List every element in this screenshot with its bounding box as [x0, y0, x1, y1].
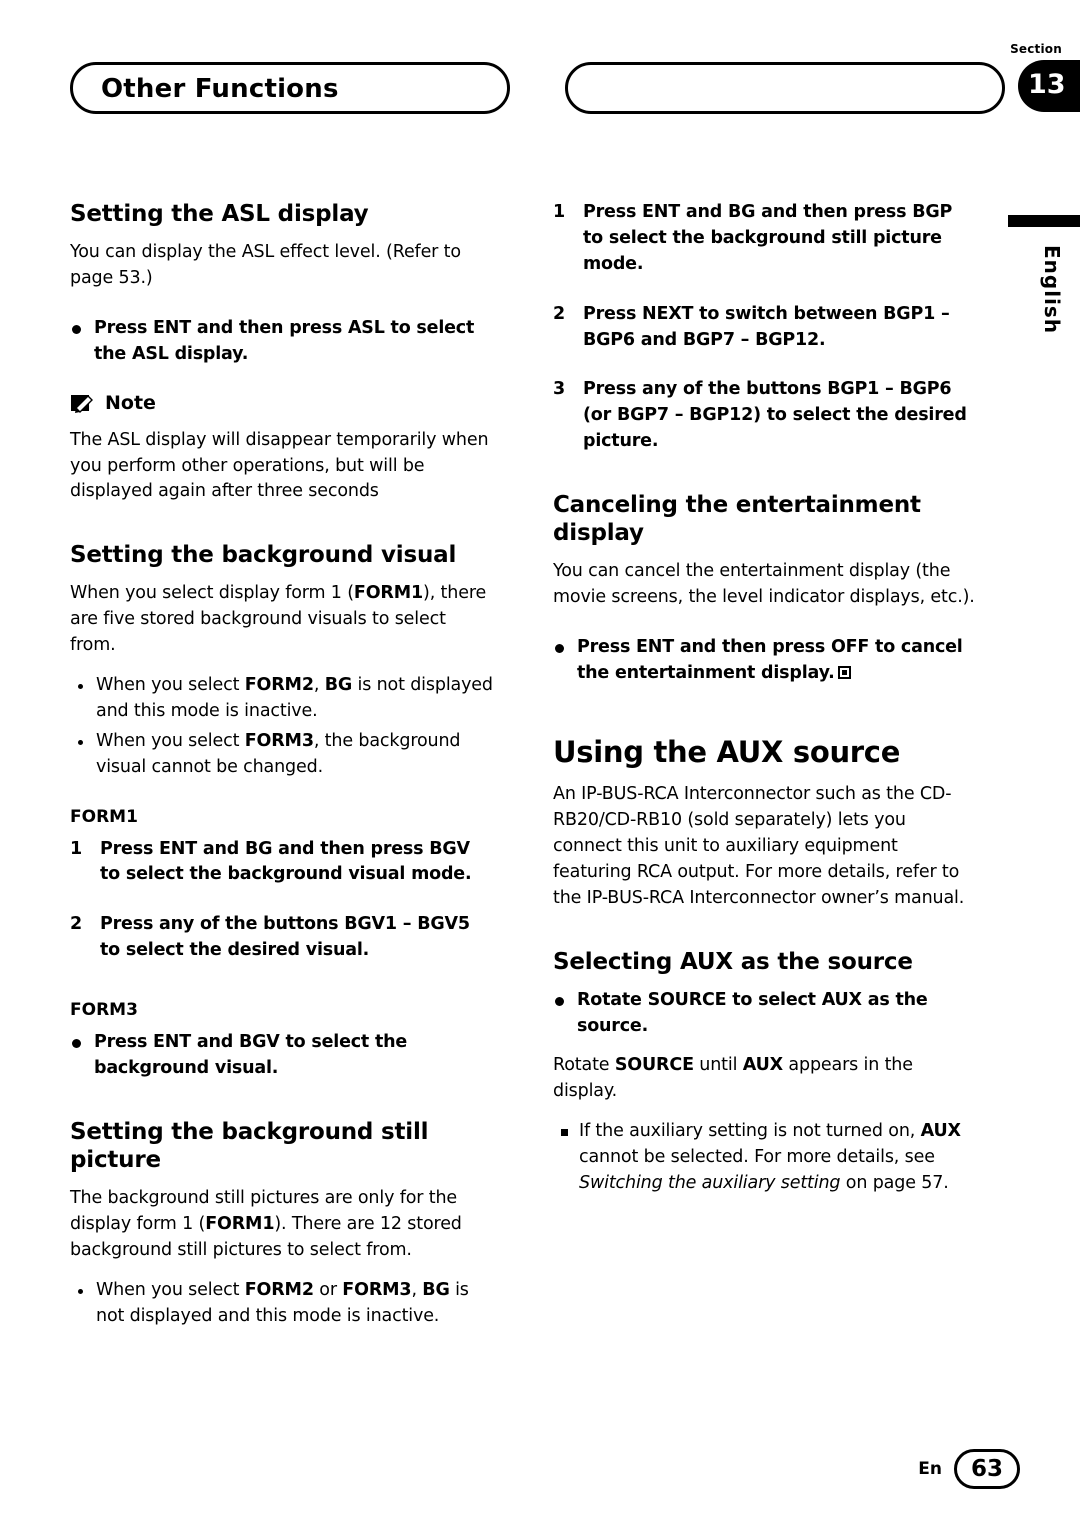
step-number: 1: [553, 202, 565, 222]
heading-canceling-entertainment-display: Canceling the entertainment display: [553, 492, 921, 547]
footer-page-number: 63: [954, 1449, 1020, 1489]
heading-selecting-aux-as-source: Selecting AUX as the source: [553, 948, 913, 975]
chapter-title-pill: Other Functions: [70, 62, 510, 114]
label-form3: FORM3: [70, 1000, 138, 1021]
page-footer: En 63: [918, 1449, 1020, 1489]
asl-note-text: The ASL display will disappear temporari…: [70, 429, 489, 502]
page-header: Other Functions: [70, 62, 1010, 114]
cancel-bullet: Press ENT and then press OFF to cancel t…: [553, 635, 978, 687]
left-column: Setting the ASL display You can display …: [70, 200, 495, 1333]
bg-still-step-3: 3 Press any of the buttons BGP1 – BGP6 (o…: [553, 379, 967, 452]
bg-still-subbullet-1: When you select FORM2 or FORM3, BG is no…: [70, 1278, 495, 1330]
note-pencil-icon: [70, 392, 96, 414]
aux-body: Rotate SOURCE until AUX appears in the d…: [553, 1055, 913, 1102]
heading-setting-background-still-picture: Setting the background still picture: [70, 1118, 429, 1173]
language-tab-bar: [1008, 215, 1080, 227]
note-header: Note: [70, 392, 495, 414]
section-number-tab: 13: [1018, 60, 1080, 112]
bg-still-step-2: 2 Press NEXT to switch between BGP1 – BGP…: [553, 303, 950, 350]
bg-visual-intro: When you select display form 1 (FORM1), …: [70, 583, 487, 656]
step-number: 2: [70, 914, 82, 935]
bg-visual-step-2: 2 Press any of the buttons BGV1 – BGV5 to…: [70, 914, 470, 961]
aux-note: If the auxiliary setting is not turned o…: [553, 1119, 978, 1197]
header-blank-pill: [565, 62, 1005, 114]
asl-intro-text: You can display the ASL effect level. (R…: [70, 242, 461, 288]
bg-still-step-1: 1 Press ENT and BG and then press BGP to …: [553, 202, 953, 274]
section-label: Section: [1010, 42, 1062, 56]
cancel-intro: You can cancel the entertainment display…: [553, 561, 975, 608]
bg-still-intro: The background still pictures are only f…: [70, 1188, 462, 1260]
asl-bullet: Press ENT and then press ASL to select t…: [70, 316, 495, 368]
aux-intro: An IP-BUS-RCA Interconnector such as the…: [553, 784, 965, 908]
right-column: 1 Press ENT and BG and then press BGP to …: [553, 200, 978, 1201]
bg-visual-step-1: 1 Press ENT and BG and then press BGV to …: [70, 838, 472, 885]
end-of-section-icon: [837, 665, 851, 679]
note-label: Note: [105, 391, 156, 414]
step-number: 2: [553, 303, 565, 324]
step-number: 1: [70, 838, 82, 859]
footer-language-code: En: [918, 1459, 942, 1479]
heading-setting-asl-display: Setting the ASL display: [70, 201, 369, 227]
section-number: 13: [1028, 69, 1066, 100]
heading-setting-background-visual: Setting the background visual: [70, 542, 457, 569]
bg-visual-subbullet-1: When you select FORM2, BG is not display…: [70, 673, 495, 725]
page-title: Other Functions: [101, 74, 339, 104]
bg-visual-form3-bullet: Press ENT and BGV to select the backgrou…: [70, 1030, 495, 1082]
label-form1: FORM1: [70, 806, 138, 827]
language-label: English: [1040, 245, 1064, 335]
heading-using-aux-source: Using the AUX source: [553, 734, 901, 769]
aux-bullet: Rotate SOURCE to select AUX as the sourc…: [553, 988, 978, 1040]
bg-visual-subbullet-2: When you select FORM3, the background vi…: [70, 729, 495, 781]
step-number: 3: [553, 379, 565, 400]
